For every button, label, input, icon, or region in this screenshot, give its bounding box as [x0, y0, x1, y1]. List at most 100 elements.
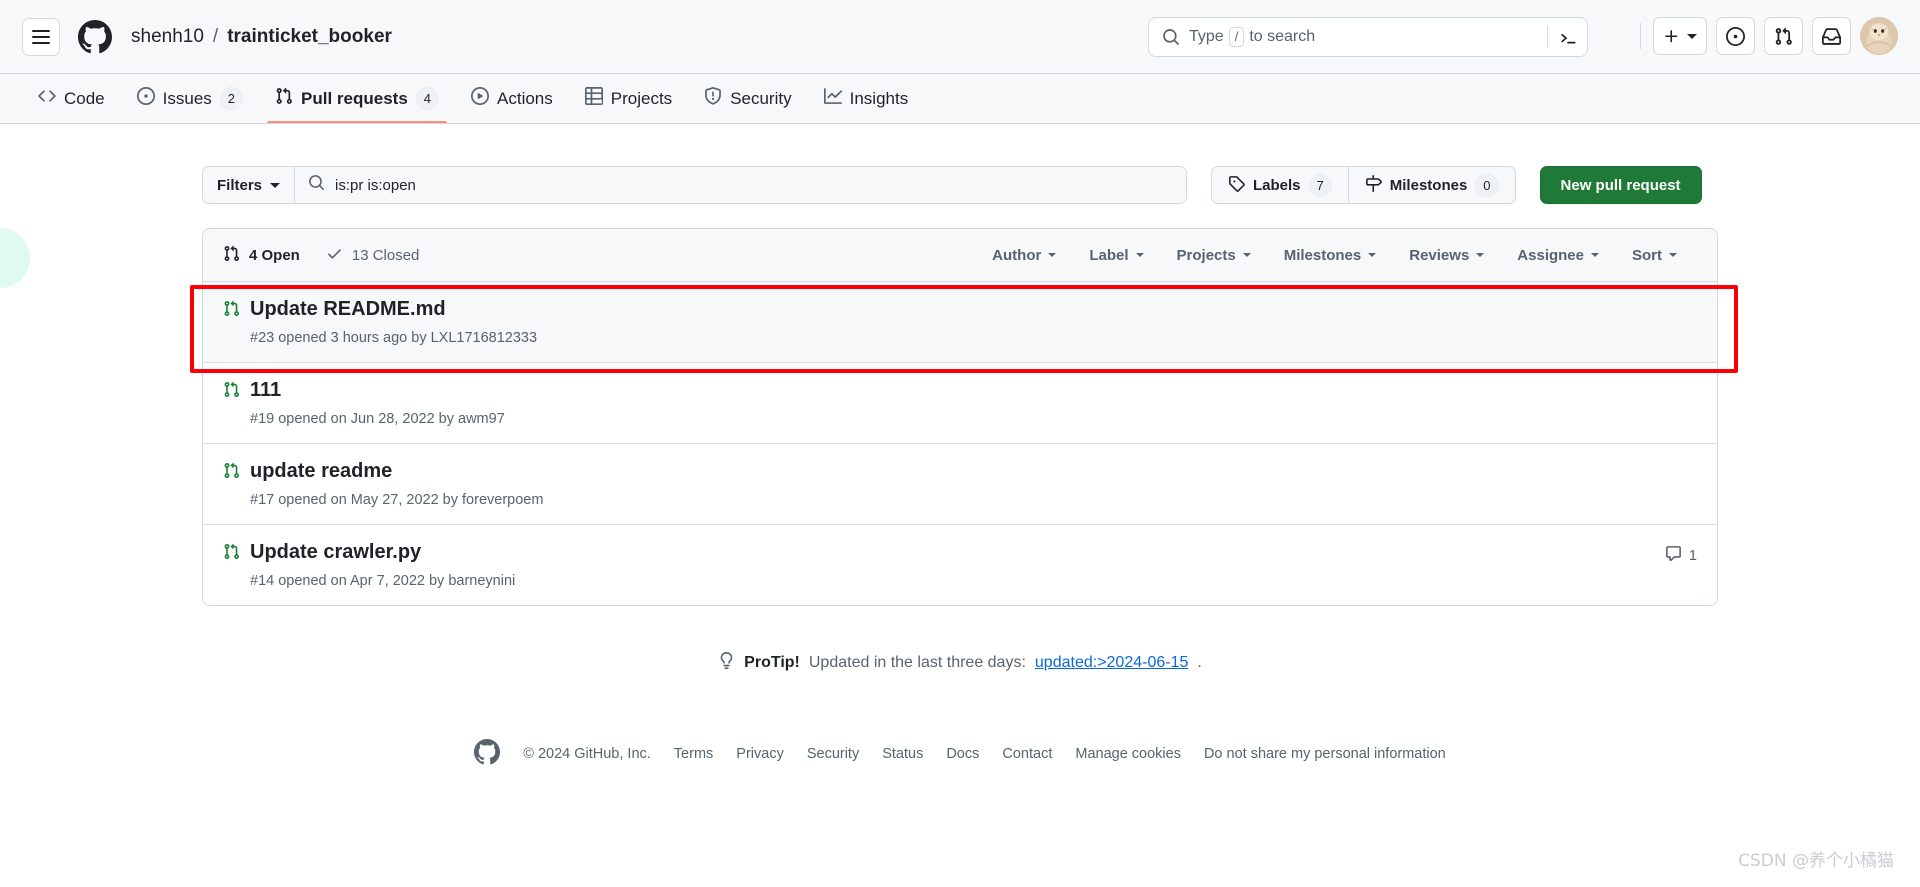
pull-request-meta: #14 opened on Apr 7, 2022 by barneynini	[250, 573, 516, 589]
search-placeholder-post: to search	[1249, 28, 1316, 45]
milestone-icon	[1365, 174, 1382, 196]
assignee-dropdown[interactable]: Assignee	[1517, 247, 1599, 264]
hamburger-menu-button[interactable]	[22, 17, 60, 56]
nav-tab-projects[interactable]: Projects	[569, 74, 688, 123]
sort-dropdown[interactable]: Sort	[1632, 247, 1677, 264]
sort-dropdown-label: Sort	[1632, 246, 1662, 264]
filter-toolbar: Filters is:pr is:open Labels 7 Milestone…	[202, 166, 1718, 204]
inbox-icon	[1822, 27, 1841, 45]
protip-banner: ProTip! Updated in the last three days: …	[202, 652, 1718, 674]
labels-milestones-group: Labels 7 Milestones 0	[1211, 166, 1516, 204]
comment-count: 1	[1688, 548, 1697, 564]
milestones-dropdown[interactable]: Milestones	[1284, 247, 1377, 264]
play-icon	[471, 87, 490, 110]
table-row[interactable]: Update crawler.py #14 opened on Apr 7, 2…	[203, 525, 1717, 605]
pull-request-list-header: 4 Open 13 Closed Author Label Projects M…	[203, 229, 1717, 282]
tag-icon	[1228, 175, 1245, 196]
chevron-down-icon	[1687, 33, 1697, 39]
table-row[interactable]: 111 #19 opened on Jun 28, 2022 by awm97	[203, 363, 1717, 444]
chevron-down-icon	[270, 182, 281, 188]
footer-link-docs[interactable]: Docs	[946, 746, 979, 762]
hamburger-bar	[32, 35, 50, 38]
nav-tab-pull-requests[interactable]: Pull requests 4	[259, 74, 455, 123]
footer-link-do-not-share[interactable]: Do not share my personal information	[1204, 746, 1446, 762]
projects-dropdown-label: Projects	[1176, 246, 1236, 264]
header-actions	[1640, 17, 1898, 55]
git-pull-request-icon	[223, 539, 240, 565]
state-filter-links: 4 Open 13 Closed	[223, 245, 419, 266]
notifications-inbox-button[interactable]	[1812, 17, 1851, 55]
nav-tab-label: Pull requests	[301, 88, 408, 108]
git-pull-request-icon	[275, 87, 293, 110]
breadcrumb-owner[interactable]: shenh10	[131, 26, 204, 48]
git-pull-request-icon	[223, 377, 240, 403]
footer-link-privacy[interactable]: Privacy	[736, 746, 784, 762]
label-dropdown-label: Label	[1089, 246, 1129, 264]
projects-dropdown[interactable]: Projects	[1177, 247, 1251, 264]
create-new-button[interactable]	[1653, 17, 1707, 55]
nav-tab-label: Projects	[610, 88, 673, 108]
milestones-counter: 0	[1475, 173, 1499, 197]
open-prs-link[interactable]: 4 Open	[223, 245, 300, 266]
nav-tab-counter: 4	[415, 87, 440, 110]
issue-search-input[interactable]: is:pr is:open	[295, 167, 1186, 203]
footer-link-security[interactable]: Security	[807, 746, 859, 762]
nav-tab-code[interactable]: Code	[22, 74, 121, 123]
table-row[interactable]: Update README.md #23 opened 3 hours ago …	[203, 282, 1717, 363]
nav-tab-label: Actions	[497, 88, 553, 108]
search-placeholder-pre: Type	[1189, 28, 1224, 45]
chevron-down-icon	[1669, 253, 1677, 257]
nav-tab-label: Insights	[849, 88, 909, 108]
footer-link-status[interactable]: Status	[882, 746, 923, 762]
lightbulb-icon	[718, 652, 735, 674]
shield-icon	[704, 87, 722, 110]
issue-search-value: is:pr is:open	[335, 176, 416, 194]
footer-link-terms[interactable]: Terms	[674, 746, 713, 762]
nav-tab-security[interactable]: Security	[688, 74, 807, 123]
milestones-button[interactable]: Milestones 0	[1347, 167, 1515, 203]
chevron-down-icon	[1368, 253, 1377, 257]
label-dropdown[interactable]: Label	[1089, 246, 1144, 264]
nav-tab-insights[interactable]: Insights	[808, 74, 925, 123]
nav-tab-issues[interactable]: Issues 2	[121, 74, 259, 123]
table-row[interactable]: update readme #17 opened on May 27, 2022…	[203, 444, 1717, 525]
pull-request-title[interactable]: Update README.md	[250, 296, 1697, 322]
search-icon	[1162, 28, 1180, 46]
filters-dropdown-button[interactable]: Filters	[203, 167, 296, 203]
pull-request-info: update readme #17 opened on May 27, 2022…	[250, 458, 1697, 508]
reviews-dropdown-label: Reviews	[1409, 246, 1470, 264]
pull-request-info: Update README.md #23 opened 3 hours ago …	[250, 296, 1697, 346]
github-logo-icon[interactable]	[78, 19, 112, 54]
pull-request-info: Update crawler.py #14 opened on Apr 7, 2…	[250, 539, 1651, 589]
reviews-dropdown[interactable]: Reviews	[1409, 246, 1485, 264]
labels-button[interactable]: Labels 7	[1212, 167, 1348, 203]
protip-label: ProTip!	[744, 654, 800, 671]
pull-request-title[interactable]: update readme	[250, 458, 1697, 484]
footer-link-manage-cookies[interactable]: Manage cookies	[1075, 746, 1181, 762]
nav-tab-actions[interactable]: Actions	[455, 74, 569, 123]
protip-link[interactable]: updated:>2024-06-15	[1035, 654, 1188, 672]
your-issues-button[interactable]	[1716, 17, 1755, 55]
pull-request-meta: #19 opened on Jun 28, 2022 by awm97	[250, 411, 505, 427]
your-pull-requests-button[interactable]	[1764, 17, 1803, 55]
command-palette-icon[interactable]	[1547, 26, 1577, 48]
filters-label: Filters	[217, 176, 263, 194]
page-content: Filters is:pr is:open Labels 7 Milestone…	[0, 124, 1920, 769]
pull-request-comments[interactable]: 1	[1665, 539, 1697, 567]
search-input[interactable]: Type / to search	[1148, 17, 1588, 57]
new-pull-request-button[interactable]: New pull request	[1539, 166, 1702, 204]
closed-prs-link[interactable]: 13 Closed	[326, 245, 419, 266]
table-icon	[584, 87, 603, 110]
author-dropdown[interactable]: Author	[992, 247, 1057, 264]
nav-tab-label: Issues	[162, 88, 212, 108]
pull-request-title[interactable]: 111	[250, 377, 1697, 403]
copyright-text: © 2024 GitHub, Inc.	[523, 746, 651, 762]
breadcrumb-repo[interactable]: trainticket_booker	[227, 26, 392, 48]
user-avatar[interactable]	[1860, 17, 1898, 55]
git-pull-request-icon	[223, 296, 240, 322]
git-pull-request-icon	[223, 458, 240, 484]
pull-request-title[interactable]: Update crawler.py	[250, 539, 1651, 565]
graph-icon	[823, 87, 842, 110]
chevron-down-icon	[1242, 253, 1251, 257]
footer-link-contact[interactable]: Contact	[1002, 746, 1052, 762]
